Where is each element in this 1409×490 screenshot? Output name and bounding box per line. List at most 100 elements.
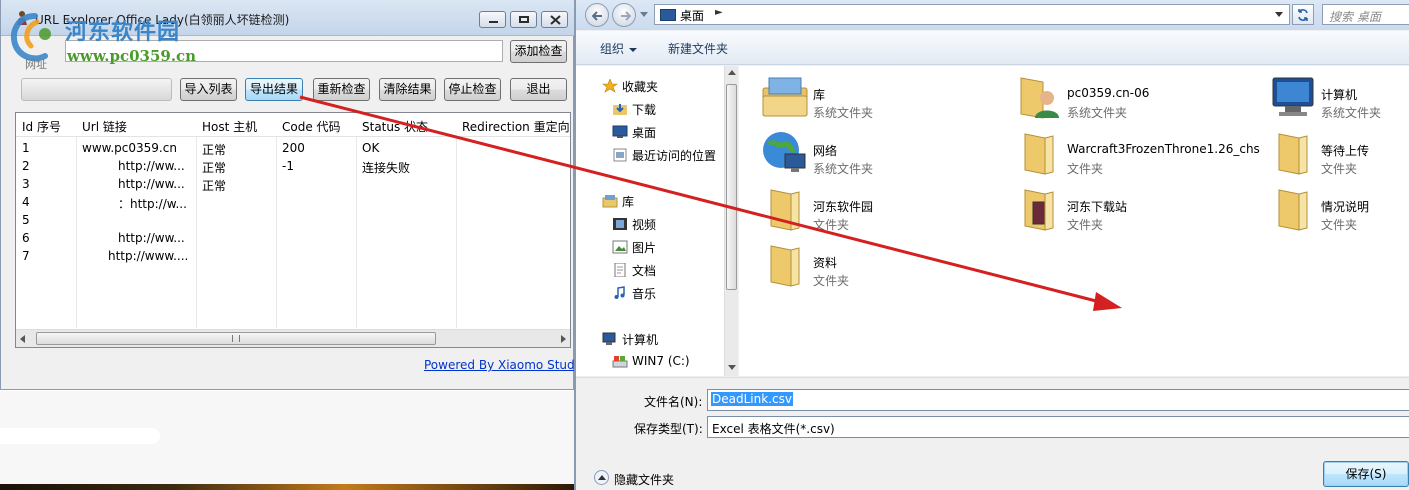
close-button[interactable]: [541, 11, 568, 28]
table-row-url[interactable]: http://www....: [108, 249, 188, 263]
column-header-code[interactable]: Code 代码: [282, 118, 341, 135]
file-item[interactable]: 网络 系统文件夹: [761, 128, 1011, 180]
table-row-status[interactable]: OK: [362, 141, 379, 155]
file-item[interactable]: pc0359.cn-06 系统文件夹: [1015, 72, 1265, 124]
recent-pages-chevron-icon[interactable]: [640, 12, 648, 18]
table-row-code[interactable]: -1: [282, 159, 294, 173]
breadcrumb-arrow-icon[interactable]: ►: [715, 7, 723, 18]
new-folder-button[interactable]: 新建文件夹: [668, 40, 728, 57]
refresh-button[interactable]: [1292, 4, 1314, 25]
file-name: 计算机: [1321, 88, 1358, 102]
refresh-icon: [1298, 9, 1308, 21]
horizontal-scrollbar[interactable]: [16, 329, 570, 347]
chevron-down-icon: [629, 47, 638, 52]
file-type: 文件夹: [1067, 162, 1104, 176]
file-item[interactable]: 河东下载站 文件夹: [1015, 184, 1265, 236]
navigation-pane[interactable]: 收藏夹 下载 桌面 最近访问的位置 库 视频 图片 文档 音乐 计算机 WIN7…: [576, 66, 738, 376]
stop-check-button[interactable]: 停止检查: [444, 78, 501, 101]
table-row-id[interactable]: 5: [22, 213, 30, 227]
table-row-url[interactable]: ：http://w...: [118, 195, 187, 212]
nav-label: 视频: [632, 218, 657, 232]
filename-input[interactable]: DeadLink.csv: [707, 389, 1409, 411]
address-bar-area: 桌面 ► 搜索 桌面: [576, 0, 1409, 30]
file-item[interactable]: 河东软件园 文件夹: [761, 184, 1011, 236]
grip-icon: [232, 335, 240, 342]
table-row-id[interactable]: 4: [22, 195, 30, 209]
network-icon: [763, 132, 806, 172]
file-type: 文件夹: [813, 218, 850, 232]
column-header-redirection[interactable]: Redirection 重定向: [462, 118, 570, 135]
table-row-id[interactable]: 3: [22, 177, 30, 191]
url-explorer-window: URL Explorer Office Lady(白领丽人坏链检测) 添加检查 …: [0, 0, 585, 390]
scroll-left-icon[interactable]: [20, 335, 25, 343]
hide-folders-label: 隐藏文件夹: [614, 473, 675, 487]
back-button[interactable]: [585, 3, 609, 27]
add-check-button[interactable]: 添加检查: [510, 40, 567, 63]
forward-button[interactable]: [612, 3, 636, 27]
scroll-right-icon[interactable]: [561, 335, 566, 343]
filetype-select[interactable]: Excel 表格文件(*.csv): [707, 416, 1409, 438]
address-field[interactable]: 桌面 ►: [654, 4, 1290, 25]
exit-button[interactable]: 退出: [510, 78, 567, 101]
file-item[interactable]: 计算机 系统文件夹: [1269, 72, 1409, 124]
scrollbar-thumb[interactable]: [36, 332, 436, 345]
table-row-status[interactable]: 连接失败: [362, 159, 410, 176]
table-row-id[interactable]: 2: [22, 159, 30, 173]
scroll-down-icon[interactable]: [728, 365, 736, 370]
column-header-host[interactable]: Host 主机: [202, 118, 257, 135]
file-item[interactable]: 情况说明 文件夹: [1269, 184, 1409, 236]
maximize-button[interactable]: [510, 11, 537, 28]
file-item[interactable]: Warcraft3FrozenThrone1.26_chs 文件夹: [1015, 128, 1265, 180]
table-row-id[interactable]: 6: [22, 231, 30, 245]
nav-label: 库: [622, 195, 635, 209]
table-row-url[interactable]: http://ww...: [118, 177, 185, 191]
file-name: 等待上传: [1321, 144, 1370, 158]
column-header-id[interactable]: Id 序号: [22, 118, 61, 135]
table-row-code[interactable]: 200: [282, 141, 305, 155]
minimize-button[interactable]: [479, 11, 506, 28]
nav-label: 文档: [632, 264, 657, 278]
save-dialog: 桌面 ► 搜索 桌面 组织 新建文件夹 收藏夹 下载 桌面 最近访问的位置 库 …: [574, 0, 1409, 490]
import-list-button[interactable]: 导入列表: [180, 78, 237, 101]
search-placeholder: 搜索 桌面: [1329, 10, 1381, 24]
recheck-button[interactable]: 重新检查: [313, 78, 370, 101]
file-item[interactable]: 等待上传 文件夹: [1269, 128, 1409, 180]
file-name: 库: [813, 88, 826, 102]
scroll-up-icon[interactable]: [728, 70, 736, 75]
column-header-url[interactable]: Url 链接: [82, 118, 127, 135]
nav-label: 音乐: [632, 287, 657, 301]
command-toolbar: 组织 新建文件夹: [576, 31, 1409, 65]
file-name: 河东软件园: [813, 200, 874, 214]
table-row-id[interactable]: 7: [22, 249, 30, 263]
organize-menu[interactable]: 组织: [600, 40, 638, 57]
table-row-host[interactable]: 正常: [202, 141, 226, 158]
file-item[interactable]: 库 系统文件夹: [761, 72, 1011, 124]
clear-results-button[interactable]: 清除结果: [379, 78, 436, 101]
nav-label: 下载: [632, 103, 657, 117]
taskbar-edge: [0, 484, 574, 490]
nav-scrollbar[interactable]: [724, 66, 738, 376]
powered-by-link[interactable]: Powered By Xiaomo Studio: [424, 358, 585, 372]
nav-scrollbar-thumb[interactable]: [726, 84, 737, 290]
save-button[interactable]: 保存(S): [1323, 461, 1409, 487]
table-row-url[interactable]: http://ww...: [118, 159, 185, 173]
document-icon: [614, 263, 626, 277]
folder-icon: [770, 189, 800, 231]
address-dropdown-icon[interactable]: [1275, 12, 1283, 17]
file-item[interactable]: 资料 文件夹: [761, 240, 1011, 292]
table-row-url[interactable]: http://ww...: [118, 231, 185, 245]
drive-icon: [612, 356, 628, 368]
screenshot-stage: URL Explorer Office Lady(白领丽人坏链检测) 添加检查 …: [0, 0, 1409, 490]
watermark: 河东软件园 www.pc0359.cn 网址: [7, 12, 237, 72]
collapse-icon: [594, 470, 609, 485]
column-header-status[interactable]: Status 状态: [362, 118, 428, 135]
table-row-host[interactable]: 正常: [202, 177, 226, 194]
table-row-url[interactable]: www.pc0359.cn: [82, 141, 177, 155]
file-list[interactable]: 库 系统文件夹 pc0359.cn-06 系统文件夹 计算机 系统文件夹 网络 …: [739, 66, 1409, 376]
results-table[interactable]: Id 序号 Url 链接 Host 主机 Code 代码 Status 状态 R…: [15, 112, 571, 348]
search-input[interactable]: 搜索 桌面: [1322, 4, 1409, 25]
export-results-button[interactable]: 导出结果: [245, 78, 303, 101]
nav-label: 计算机: [622, 333, 659, 347]
table-row-id[interactable]: 1: [22, 141, 30, 155]
table-row-host[interactable]: 正常: [202, 159, 226, 176]
